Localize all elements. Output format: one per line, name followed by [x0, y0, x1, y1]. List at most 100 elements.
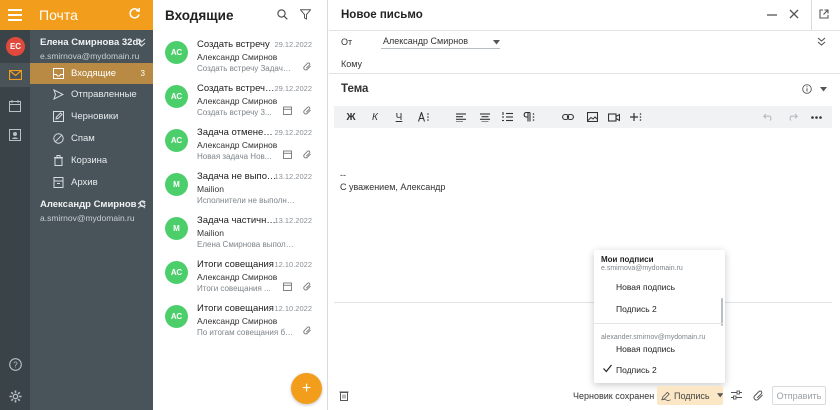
- ban-icon: [52, 133, 64, 145]
- plus-icon: +: [301, 379, 312, 397]
- refresh-button[interactable]: [128, 7, 141, 20]
- font-size-button[interactable]: [415, 106, 433, 128]
- collapse-icon[interactable]: [137, 38, 146, 47]
- send-icon: [52, 89, 64, 101]
- rail-contacts-button[interactable]: [0, 123, 30, 147]
- message-preview: Создать встречу Задача ...: [197, 64, 295, 73]
- delete-draft-button[interactable]: [339, 390, 349, 401]
- hamburger-icon: [8, 9, 22, 21]
- paperclip-icon: [303, 282, 311, 291]
- compose-fab-button[interactable]: +: [291, 373, 322, 404]
- info-button[interactable]: [802, 84, 812, 94]
- paperclip-icon: [303, 150, 311, 159]
- signature-option[interactable]: Новая подпись: [594, 277, 719, 297]
- divider: [594, 323, 723, 324]
- underline-button[interactable]: Ч: [391, 106, 407, 128]
- message-subject: Создать встречу: ...: [197, 83, 277, 94]
- rail-mail-button[interactable]: [0, 63, 30, 87]
- list-item[interactable]: АС Создать встречу: ... 29.12.2022 Алекс…: [153, 79, 327, 123]
- subject-input[interactable]: Тема: [341, 83, 368, 95]
- link-button[interactable]: [560, 106, 576, 128]
- align-center-button[interactable]: [477, 106, 493, 128]
- paragraph-button[interactable]: [521, 106, 537, 128]
- signature-option[interactable]: Новая подпись: [594, 339, 719, 359]
- numbered-list-button[interactable]: [499, 106, 515, 128]
- message-date: 12.10.2022: [274, 260, 312, 269]
- bold-button[interactable]: Ж: [343, 106, 359, 128]
- filter-button[interactable]: [300, 9, 311, 20]
- list-item[interactable]: М Задача частично... 13.12.2022 Mailion …: [153, 211, 327, 255]
- from-select[interactable]: Александр Смирнов: [383, 36, 468, 46]
- align-left-button[interactable]: [453, 106, 469, 128]
- message-preview: Создать встречу 3...: [197, 108, 272, 117]
- redo-button[interactable]: [784, 106, 800, 128]
- rail-settings-button[interactable]: [0, 384, 30, 408]
- send-options-button[interactable]: [731, 390, 742, 400]
- redo-icon: [789, 113, 798, 121]
- more-horizontal-icon: [810, 115, 822, 119]
- close-button[interactable]: [789, 9, 799, 19]
- from-underline: [381, 48, 500, 49]
- sidebar-item-drafts[interactable]: Черновики: [30, 106, 153, 127]
- rail-help-button[interactable]: ?: [0, 352, 30, 376]
- account-email: a.smirnov@mydomain.ru: [40, 213, 135, 223]
- divider: [329, 30, 840, 31]
- pencil-icon: [52, 111, 64, 123]
- sidebar-item-sent[interactable]: Отправленные: [30, 84, 153, 105]
- send-button[interactable]: Отправить: [772, 386, 826, 405]
- undo-icon: [762, 113, 771, 121]
- more-button[interactable]: [808, 106, 824, 128]
- message-preview: Итоги совещания ...: [197, 284, 271, 293]
- checkmark-icon: [603, 364, 612, 373]
- list-item[interactable]: М Задача не выпол... 13.12.2022 Mailion …: [153, 167, 327, 211]
- avatar[interactable]: ЕС: [6, 37, 25, 56]
- message-subject: Задача отменена...: [197, 127, 277, 138]
- to-label: Кому: [341, 59, 363, 69]
- list-item[interactable]: АС Создать встречу 29.12.2022 Александр …: [153, 35, 327, 79]
- help-icon: ?: [8, 357, 22, 371]
- sender-avatar: АС: [165, 305, 188, 328]
- expand-fields-button[interactable]: [817, 37, 826, 46]
- message-sender: Александр Смирнов: [197, 52, 278, 62]
- compose-pane: Новое письмо От Александр Смирнов Кому Т…: [329, 0, 840, 410]
- list-item[interactable]: АС Итоги совещания 12.10.2022 Александр …: [153, 255, 327, 299]
- paperclip-icon: [303, 106, 311, 115]
- sidebar-item-archive[interactable]: Архив: [30, 172, 153, 193]
- italic-button[interactable]: К: [367, 106, 383, 128]
- refresh-icon: [129, 7, 141, 19]
- signature-button[interactable]: Подпись: [657, 386, 723, 405]
- list-item[interactable]: АС Итоги совещания 12.10.2022 Александр …: [153, 299, 327, 343]
- paragraph-icon: [523, 112, 535, 122]
- account-header-2[interactable]: Александр Смирнов С a.smirnov@mydomain.r…: [40, 199, 152, 223]
- message-date: 13.12.2022: [274, 172, 312, 181]
- sidebar-item-spam[interactable]: Спам: [30, 128, 153, 149]
- insert-more-button[interactable]: [628, 106, 644, 128]
- sender-avatar: М: [165, 217, 188, 240]
- rail-calendar-button[interactable]: [0, 94, 30, 118]
- popout-button[interactable]: [819, 9, 829, 19]
- caret-down-icon[interactable]: [820, 87, 827, 92]
- caret-down-icon: [716, 393, 723, 398]
- signature-option[interactable]: Подпись 2: [594, 299, 719, 319]
- sidebar-item-trash[interactable]: Корзина: [30, 150, 153, 171]
- video-button[interactable]: [606, 106, 622, 128]
- expand-icon[interactable]: [137, 200, 146, 209]
- message-body-editor[interactable]: -- С уважением, Александр: [334, 128, 832, 303]
- message-date: 13.12.2022: [274, 216, 312, 225]
- signature-option-selected[interactable]: Подпись 2: [594, 360, 719, 380]
- attach-button[interactable]: [753, 390, 764, 401]
- menu-button[interactable]: [0, 0, 30, 30]
- align-left-icon: [456, 112, 466, 122]
- search-button[interactable]: [277, 9, 288, 20]
- image-button[interactable]: [584, 106, 600, 128]
- sidebar-item-inbox[interactable]: Входящие 3: [30, 63, 153, 84]
- account-header-1[interactable]: Елена Смирнова 32dt e.smirnova@mydomain.…: [40, 37, 152, 61]
- scrollbar[interactable]: [721, 298, 723, 326]
- undo-button[interactable]: [760, 106, 776, 128]
- sender-avatar: АС: [165, 261, 188, 284]
- caret-down-icon[interactable]: [493, 40, 500, 45]
- list-item[interactable]: АС Задача отменена... 29.12.2022 Алексан…: [153, 123, 327, 167]
- format-toolbar: Ж К Ч: [334, 106, 832, 128]
- plus-more-icon: [630, 113, 642, 121]
- minimize-button[interactable]: [767, 9, 777, 19]
